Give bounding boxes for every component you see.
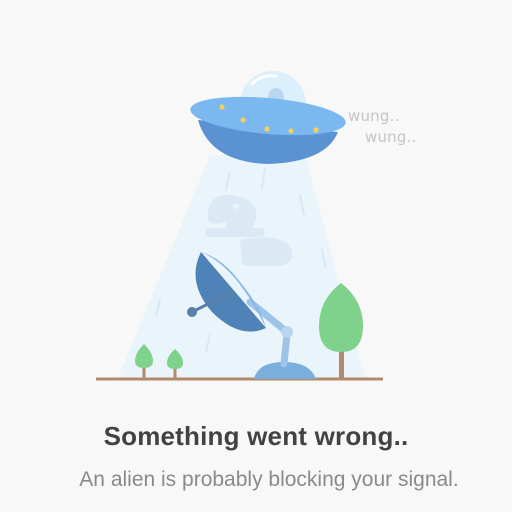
- error-message: An alien is probably blocking your signa…: [79, 468, 459, 491]
- error-illustration: [96, 71, 383, 381]
- wung-sound-text: wung..: [348, 107, 400, 125]
- ufo-icon: [190, 71, 346, 164]
- wung-sound-text: wung..: [365, 128, 417, 146]
- error-title: Something went wrong..: [103, 421, 409, 451]
